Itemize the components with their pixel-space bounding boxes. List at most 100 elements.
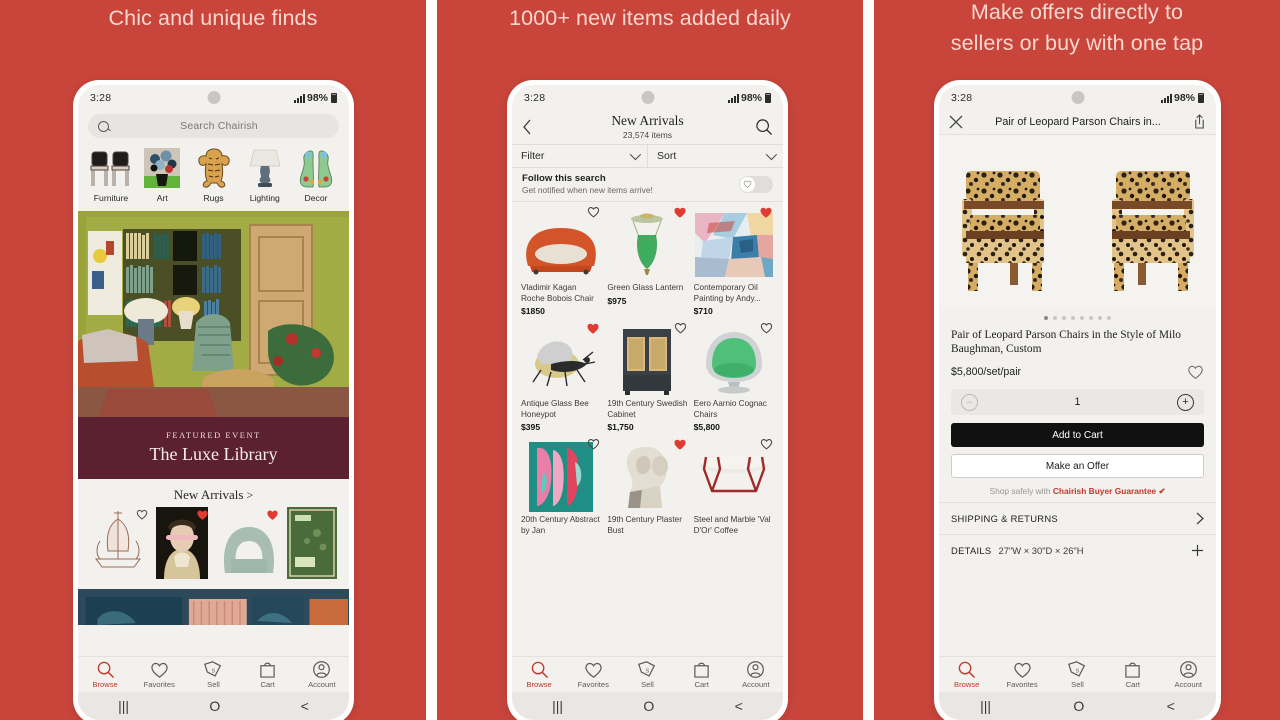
product-card[interactable]: 19th Century Plaster Bust xyxy=(604,438,690,544)
gallery-dots[interactable] xyxy=(939,310,1216,322)
heart-icon-filled[interactable] xyxy=(673,438,687,451)
home-button[interactable]: O xyxy=(209,699,220,713)
status-time: 3:28 xyxy=(524,92,546,104)
pdp-gallery-image[interactable] xyxy=(939,135,1216,310)
tab-browse[interactable]: Browse xyxy=(514,660,564,689)
quantity-stepper[interactable]: – 1 + xyxy=(951,389,1204,415)
product-card[interactable]: Antique Glass Bee Honeypot $395 xyxy=(518,322,604,438)
heart-icon[interactable] xyxy=(587,206,600,218)
product-card[interactable]: Steel and Marble 'Val D'Or' Coffee xyxy=(691,438,777,544)
item-count: 23,574 items xyxy=(622,130,673,140)
new-arrival-card-ship[interactable] xyxy=(86,507,150,581)
tab-cart[interactable]: Cart xyxy=(243,660,293,689)
heart-icon[interactable] xyxy=(760,438,773,450)
recents-button[interactable]: ||| xyxy=(118,699,129,713)
category-art[interactable]: Art xyxy=(137,144,187,203)
signal-icon xyxy=(727,93,739,103)
heart-icon-filled[interactable] xyxy=(196,509,209,521)
tab-sell[interactable]: S Sell xyxy=(1052,660,1102,689)
product-card[interactable]: 19th Century Swedish Cabinet $1,750 xyxy=(604,322,690,438)
decrement-button[interactable]: – xyxy=(961,393,978,411)
product-card[interactable]: Contemporary Oil Painting by Andy... $71… xyxy=(691,206,777,322)
home-button[interactable]: O xyxy=(1073,699,1084,713)
category-rugs[interactable]: Rugs xyxy=(189,144,239,203)
new-arrivals-link[interactable]: New Arrivals > xyxy=(78,479,349,507)
product-card[interactable]: Eero Aarnio Cognac Chairs $5,800 xyxy=(691,322,777,438)
recents-button[interactable]: ||| xyxy=(552,699,563,713)
category-lighting[interactable]: Lighting xyxy=(240,144,290,203)
gallery-dot[interactable] xyxy=(1071,316,1075,320)
tab-favorites[interactable]: Favorites xyxy=(997,661,1047,689)
promo-banner[interactable] xyxy=(78,589,349,625)
featured-kicker: FEATURED EVENT xyxy=(166,431,261,440)
page-title: New Arrivals xyxy=(611,113,684,128)
sort-dropdown[interactable]: Sort xyxy=(647,145,783,167)
tab-account[interactable]: Account xyxy=(297,660,347,689)
category-furniture[interactable]: Furniture xyxy=(86,144,136,203)
heart-icon-filled[interactable] xyxy=(673,206,687,219)
gallery-dot[interactable] xyxy=(1098,316,1102,320)
heart-icon[interactable] xyxy=(587,438,600,450)
recents-button[interactable]: ||| xyxy=(980,699,991,713)
system-nav-3: ||| O < xyxy=(939,692,1216,720)
tab-sell[interactable]: S Sell xyxy=(188,660,238,689)
guarantee-brand[interactable]: Chairish Buyer Guarantee xyxy=(1053,486,1156,496)
gallery-dot[interactable] xyxy=(1053,316,1057,320)
gallery-dot[interactable] xyxy=(1089,316,1093,320)
filter-dropdown[interactable]: Filter xyxy=(512,145,647,167)
chevron-right-icon: > xyxy=(246,488,254,502)
tab-cart[interactable]: Cart xyxy=(677,660,727,689)
category-label: Lighting xyxy=(249,193,280,203)
featured-event-card[interactable]: FEATURED EVENT The Luxe Library xyxy=(78,211,349,479)
new-arrival-card-green-art[interactable] xyxy=(286,507,342,581)
tab-favorites[interactable]: Favorites xyxy=(134,661,184,689)
add-to-cart-button[interactable]: Add to Cart xyxy=(951,423,1204,447)
gallery-dot[interactable] xyxy=(1107,316,1111,320)
home-button[interactable]: O xyxy=(643,699,654,713)
accordion-shipping-returns[interactable]: SHIPPING & RETURNS xyxy=(939,502,1216,534)
tab-browse[interactable]: Browse xyxy=(80,660,130,689)
tab-label: Account xyxy=(742,680,770,689)
new-arrival-card-portrait[interactable] xyxy=(156,507,211,581)
tab-account[interactable]: Account xyxy=(731,660,781,689)
share-icon[interactable] xyxy=(1193,114,1206,129)
heart-icon[interactable] xyxy=(760,322,773,334)
heart-icon-filled[interactable] xyxy=(266,509,279,521)
heart-icon[interactable] xyxy=(136,509,148,520)
heart-icon[interactable] xyxy=(1187,364,1204,380)
tab-favorites[interactable]: Favorites xyxy=(568,661,618,689)
follow-text-block: Follow this search Get notified when new… xyxy=(522,173,653,195)
status-bar-1: 3:28 98% xyxy=(78,85,349,111)
make-an-offer-button[interactable]: Make an Offer xyxy=(951,454,1204,478)
plus-icon xyxy=(1191,544,1204,557)
new-arrivals-label: New Arrivals xyxy=(173,487,244,502)
back-chevron-icon[interactable] xyxy=(522,119,540,135)
close-icon[interactable] xyxy=(949,115,963,129)
back-button[interactable]: < xyxy=(301,699,309,713)
heart-icon-filled[interactable] xyxy=(586,322,600,335)
gallery-dot[interactable] xyxy=(1080,316,1084,320)
new-arrivals-carousel[interactable] xyxy=(78,507,349,583)
back-button[interactable]: < xyxy=(1167,699,1175,713)
gallery-dot[interactable] xyxy=(1062,316,1066,320)
new-arrival-card-armchair[interactable] xyxy=(217,507,281,581)
heart-icon-filled[interactable] xyxy=(759,206,773,219)
search-icon[interactable] xyxy=(755,118,773,136)
category-decor[interactable]: Decor xyxy=(291,144,341,203)
accordion-details[interactable]: DETAILS 27"W × 30"D × 26"H xyxy=(939,534,1216,566)
tab-cart[interactable]: Cart xyxy=(1108,660,1158,689)
tab-sell[interactable]: S Sell xyxy=(622,660,672,689)
heart-icon[interactable] xyxy=(674,322,687,334)
tab-browse[interactable]: Browse xyxy=(942,660,992,689)
follow-toggle[interactable] xyxy=(739,175,773,193)
screenshot-panel-product-detail: Make offers directly to sellers or buy w… xyxy=(874,0,1280,720)
product-card[interactable]: 20th Century Abstract by Jan xyxy=(518,438,604,544)
tab-account[interactable]: Account xyxy=(1163,660,1213,689)
increment-button[interactable]: + xyxy=(1177,393,1194,411)
product-card[interactable]: Vladimir Kagan Roche Bobois Chair $1850 xyxy=(518,206,604,322)
product-card[interactable]: Green Glass Lantern $975 xyxy=(604,206,690,322)
back-button[interactable]: < xyxy=(735,699,743,713)
pdp-price-row: $5,800/set/pair xyxy=(951,364,1204,380)
gallery-dot[interactable] xyxy=(1044,316,1048,320)
search-input[interactable]: Search Chairish xyxy=(88,114,339,138)
